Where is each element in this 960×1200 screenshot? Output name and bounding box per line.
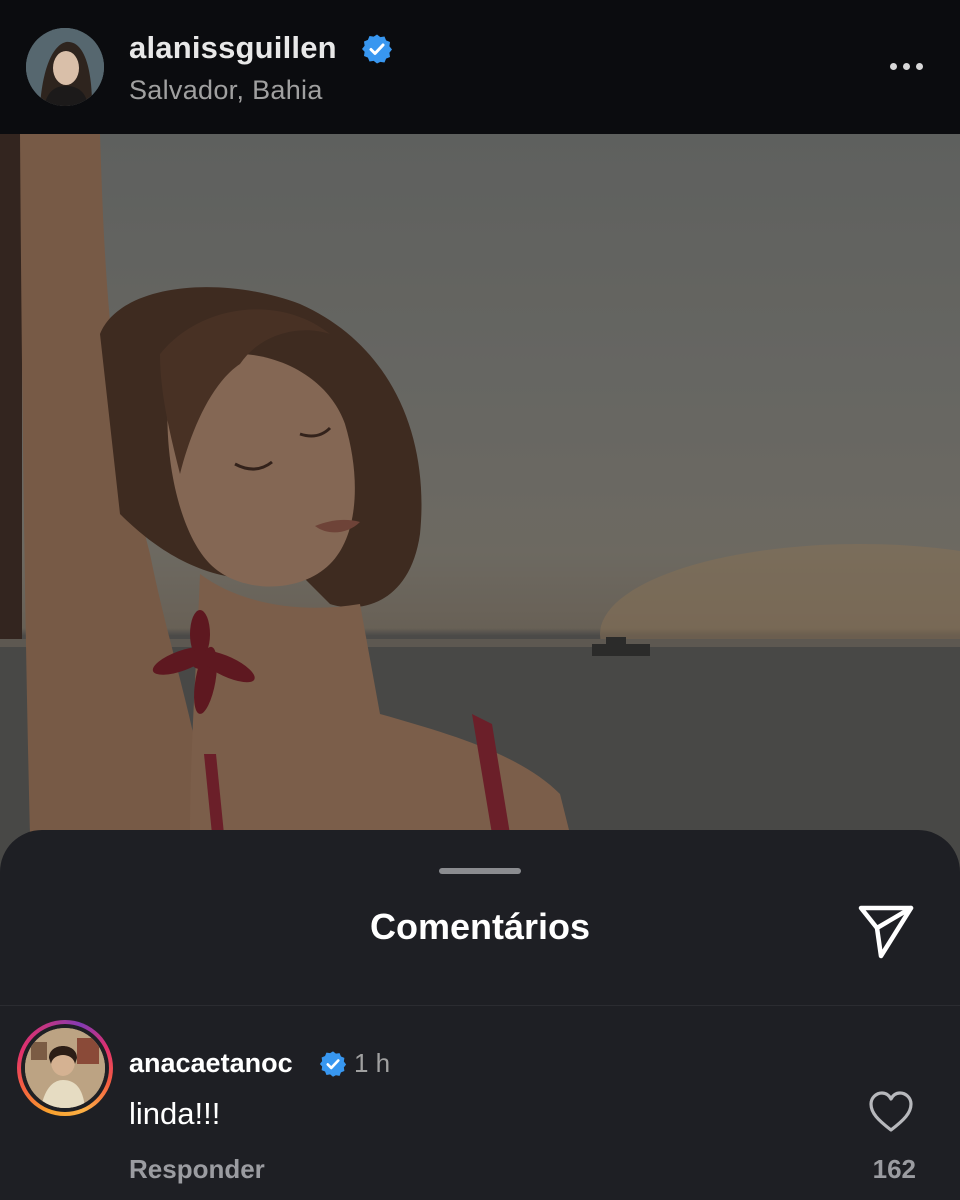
drag-handle[interactable] (439, 868, 521, 874)
commenter-username[interactable]: anacaetanoc (129, 1048, 293, 1079)
like-count[interactable]: 162 (850, 1154, 916, 1185)
post-header: alanissguillen Salvador, Bahia (0, 0, 960, 134)
reply-button[interactable]: Responder (129, 1154, 265, 1185)
comment-text: linda!!! (129, 1096, 221, 1131)
heart-icon[interactable] (868, 1090, 914, 1134)
comments-sheet: Comentários anacaetanoc 1 h linda!!! Res… (0, 830, 960, 1200)
author-username[interactable]: alanissguillen (129, 30, 337, 66)
comment-timestamp: 1 h (354, 1048, 391, 1078)
comments-title: Comentários (369, 906, 591, 947)
more-options-icon[interactable] (880, 48, 932, 84)
verified-badge-icon (319, 1051, 347, 1077)
photo-dim-overlay (0, 134, 960, 894)
post-location[interactable]: Salvador, Bahia (129, 75, 323, 106)
commenter-avatar[interactable] (25, 1028, 105, 1108)
verified-badge-icon (362, 34, 392, 64)
author-avatar[interactable] (26, 28, 104, 106)
comment-item: anacaetanoc 1 h linda!!! Responder 162 (0, 1006, 960, 1200)
post-photo[interactable] (0, 134, 960, 894)
commenter-story-ring[interactable] (17, 1020, 113, 1116)
paper-plane-icon[interactable] (856, 902, 916, 960)
